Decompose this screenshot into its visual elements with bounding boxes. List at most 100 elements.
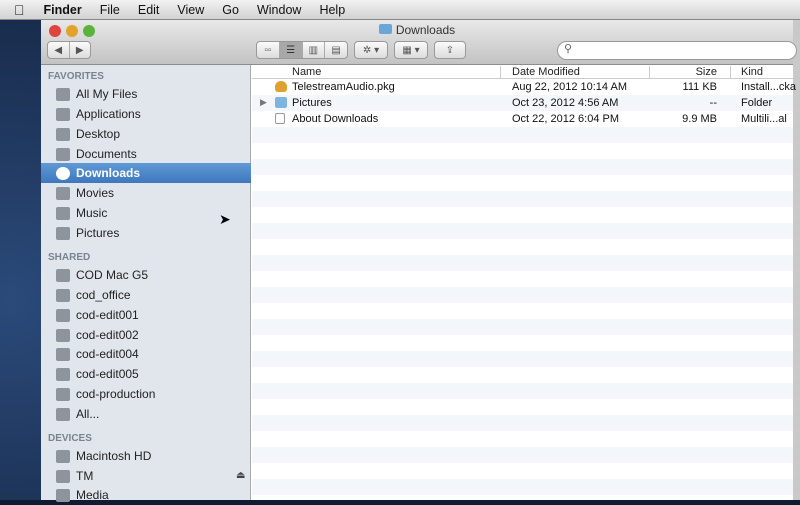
movies-icon (56, 186, 70, 200)
file-row[interactable]: TelestreamAudio.pkg Aug 22, 2012 10:14 A… (252, 79, 797, 95)
sidebar-item-shared[interactable]: cod-edit002 (41, 325, 251, 345)
menu-view[interactable]: View (168, 3, 213, 17)
network-icon (56, 407, 70, 421)
column-name[interactable]: Name (292, 66, 321, 78)
menu-window[interactable]: Window (248, 3, 310, 17)
sidebar-item-shared[interactable]: cod-edit005 (41, 364, 251, 384)
file-kind: Multili...al (741, 113, 787, 125)
sidebar-item-downloads[interactable]: Downloads (41, 163, 251, 183)
sidebar-item-label: Movies (76, 186, 115, 200)
sidebar-item-label: TM (76, 469, 94, 483)
menu-file[interactable]: File (91, 3, 129, 17)
forward-button[interactable]: ▶ (70, 42, 91, 58)
file-name: Pictures (292, 97, 332, 109)
sidebar-item-label: Documents (76, 147, 137, 161)
icon-view-button[interactable]: ▫▫ (257, 42, 280, 58)
column-date-modified[interactable]: Date Modified (512, 66, 580, 78)
sidebar-item-shared[interactable]: cod-edit004 (41, 344, 251, 364)
monitor-icon (56, 308, 70, 322)
file-size: 111 KB (682, 81, 717, 93)
computer-icon (56, 268, 70, 282)
file-list: Name Date Modified Size Kind TelestreamA… (252, 65, 797, 500)
downloads-icon (56, 166, 70, 180)
apple-menu-icon[interactable]:  (0, 2, 35, 18)
column-kind[interactable]: Kind (741, 66, 763, 78)
column-header: Name Date Modified Size Kind (252, 65, 793, 79)
menu-bar:  Finder File Edit View Go Window Help (0, 0, 800, 20)
music-icon (56, 206, 70, 220)
sidebar-item-label: cod_office (76, 288, 131, 302)
action-menu-button[interactable]: ✲ ▾ (354, 41, 388, 59)
finder-window: Downloads ◀ ▶ ▫▫ ☰ ▥ ▤ ✲ ▾ ▦ ▾ ⇪ ⚲ FAVOR… (41, 20, 797, 502)
file-name: TelestreamAudio.pkg (292, 81, 395, 93)
sidebar-item-label: cod-edit005 (76, 367, 139, 381)
menu-finder[interactable]: Finder (35, 3, 91, 17)
desktop-icon (56, 127, 70, 141)
menu-help[interactable]: Help (310, 3, 354, 17)
sidebar-item-label: All My Files (76, 87, 138, 101)
file-kind: Install...cka (741, 81, 797, 93)
view-mode-control: ▫▫ ☰ ▥ ▤ (256, 41, 348, 59)
window-title-text: Downloads (395, 23, 456, 37)
file-kind: Folder (741, 97, 773, 109)
sidebar-item-label: All... (76, 407, 100, 421)
monitor-icon (56, 288, 70, 302)
mouse-cursor-icon: ➤ (219, 211, 231, 227)
file-size: -- (709, 97, 717, 109)
devices-header: DEVICES (48, 433, 92, 444)
column-divider[interactable] (730, 66, 731, 78)
sidebar-item-label: cod-edit002 (76, 328, 139, 342)
share-button[interactable]: ⇪ (434, 41, 466, 59)
monitor-icon (56, 328, 70, 342)
disclosure-triangle-icon[interactable]: ▶ (260, 97, 267, 108)
sidebar-item-label: cod-edit001 (76, 308, 139, 322)
shared-header: SHARED (48, 252, 91, 263)
external-drive-icon (56, 469, 70, 483)
monitor-icon (56, 387, 70, 401)
sidebar-item-label: cod-edit004 (76, 347, 139, 361)
monitor-icon (56, 347, 70, 361)
sidebar-item-media[interactable]: Media (41, 485, 251, 505)
coverflow-view-button[interactable]: ▤ (325, 42, 347, 58)
menu-go[interactable]: Go (213, 3, 248, 17)
folder-icon (275, 97, 287, 108)
monitor-icon (56, 367, 70, 381)
hard-drive-icon (56, 449, 70, 463)
sidebar-item-all-my-files[interactable]: All My Files (41, 84, 251, 104)
favorites-header: FAVORITES (48, 71, 104, 82)
sidebar-item-label: cod-production (76, 387, 156, 401)
file-date: Aug 22, 2012 10:14 AM (512, 81, 627, 93)
file-row[interactable]: About Downloads Oct 22, 2012 6:04 PM 9.9… (252, 111, 793, 127)
column-view-button[interactable]: ▥ (303, 42, 326, 58)
sidebar-item-shared[interactable]: cod-production (41, 384, 251, 404)
back-forward-control: ◀ ▶ (47, 41, 91, 59)
pictures-icon (56, 226, 70, 240)
file-row[interactable]: ▶ Pictures Oct 23, 2012 4:56 AM -- Folde… (252, 95, 793, 111)
sidebar-item-movies[interactable]: Movies (41, 183, 251, 203)
sidebar-item-shared[interactable]: cod-edit001 (41, 305, 251, 325)
sidebar-item-all-shared[interactable]: All... (41, 404, 251, 424)
column-divider[interactable] (500, 66, 501, 78)
sidebar-item-shared[interactable]: COD Mac G5 (41, 265, 251, 285)
sidebar-item-shared[interactable]: cod_office (41, 285, 251, 305)
file-date: Oct 23, 2012 4:56 AM (512, 97, 619, 109)
column-size[interactable]: Size (696, 66, 717, 78)
arrange-menu-button[interactable]: ▦ ▾ (394, 41, 428, 59)
sidebar-item-tm[interactable]: TM (41, 466, 251, 486)
sidebar-item-label: Desktop (76, 127, 121, 141)
documents-icon (56, 147, 70, 161)
menu-edit[interactable]: Edit (129, 3, 169, 17)
sidebar-item-macintosh-hd[interactable]: Macintosh HD (41, 446, 251, 466)
sidebar-item-desktop[interactable]: Desktop (41, 124, 251, 144)
eject-icon[interactable]: ⏏ (236, 470, 245, 481)
sidebar-item-label: Downloads (76, 166, 141, 180)
sidebar-item-applications[interactable]: Applications (41, 104, 251, 124)
sidebar-item-label: Pictures (76, 226, 120, 240)
folder-icon (378, 24, 392, 34)
list-view-button[interactable]: ☰ (279, 42, 303, 58)
search-field[interactable]: ⚲ (557, 41, 797, 60)
column-divider[interactable] (649, 66, 650, 78)
sidebar: FAVORITES All My Files Applications Desk… (41, 65, 251, 502)
sidebar-item-documents[interactable]: Documents (41, 144, 251, 164)
back-button[interactable]: ◀ (48, 42, 70, 58)
